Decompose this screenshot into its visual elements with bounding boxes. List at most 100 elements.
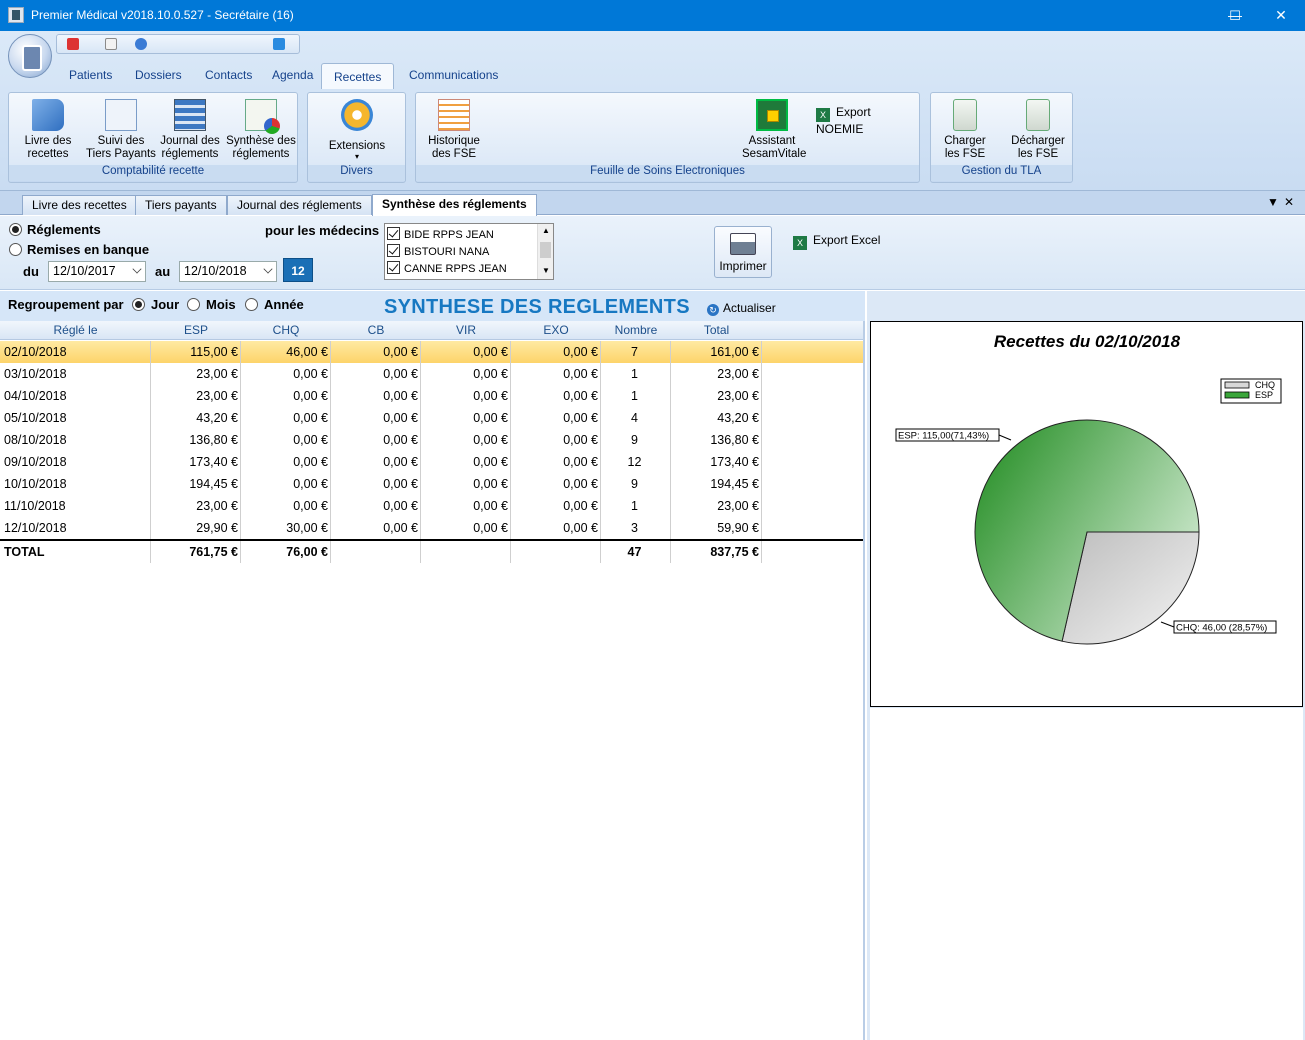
date-to-field[interactable]: 12/10/2018: [179, 261, 277, 282]
doctab-journal-reglements[interactable]: Journal des réglements: [227, 195, 372, 215]
globe-icon[interactable]: [135, 38, 147, 50]
assistant-sesamvitale-button[interactable]: Assistant SesamVitale: [734, 99, 810, 161]
journal-reglements-button[interactable]: Journal des réglements: [159, 99, 221, 161]
date-from-field[interactable]: 12/10/2017: [48, 261, 146, 282]
list-item[interactable]: CANNE RPPS JEAN: [387, 261, 507, 278]
table-row[interactable]: 09/10/2018 173,40 €0,00 €0,00 €0,00 €0,00…: [0, 451, 863, 473]
table-row[interactable]: 11/10/2018 23,00 €0,00 €0,00 €0,00 €0,00 …: [0, 495, 863, 517]
tab-contacts[interactable]: Contacts: [205, 68, 252, 88]
table-cell: 12/10/2018: [0, 517, 151, 539]
extensions-button[interactable]: Extensions ▾: [316, 99, 398, 161]
table-cell: TOTAL: [0, 541, 151, 563]
table-cell: 0,00 €: [421, 385, 511, 407]
chip-card-icon: [756, 99, 788, 131]
table-row[interactable]: 05/10/2018 43,20 €0,00 €0,00 €0,00 €0,00 …: [0, 407, 863, 429]
doctab-synthese-reglements[interactable]: Synthèse des réglements: [372, 194, 537, 216]
radio-remises[interactable]: [9, 243, 22, 256]
doctab-tiers-payants[interactable]: Tiers payants: [135, 195, 227, 215]
table-cell: 04/10/2018: [0, 385, 151, 407]
table-cell: 0,00 €: [241, 473, 331, 495]
checkbox-icon[interactable]: [387, 244, 400, 257]
table-row[interactable]: 04/10/2018 23,00 €0,00 €0,00 €0,00 €0,00 …: [0, 385, 863, 407]
charger-fse-button[interactable]: Charger les FSE: [933, 99, 997, 161]
table-cell: 0,00 €: [331, 473, 421, 495]
column-header[interactable]: EXO: [511, 323, 601, 337]
table-cell: 0,00 €: [331, 517, 421, 539]
table-row[interactable]: 08/10/2018 136,80 €0,00 €0,00 €0,00 €0,00…: [0, 429, 863, 451]
column-header[interactable]: VIR: [421, 323, 511, 337]
table-cell: 0,00 €: [331, 451, 421, 473]
medecins-list[interactable]: BIDE RPPS JEAN BISTOURI NANA CANNE RPPS …: [384, 223, 554, 280]
document-icon: [105, 99, 137, 131]
table-cell: 0,00 €: [241, 407, 331, 429]
tab-dossiers[interactable]: Dossiers: [135, 68, 182, 88]
print-button[interactable]: Imprimer: [714, 226, 772, 278]
export-noemie-button[interactable]: X Export NOEMIE: [816, 105, 919, 136]
checkbox-icon[interactable]: [387, 261, 400, 274]
table-cell: 0,00 €: [331, 495, 421, 517]
table-cell: 115,00 €: [151, 341, 241, 363]
tab-recettes[interactable]: Recettes: [321, 63, 395, 89]
skype-icon[interactable]: [273, 38, 285, 50]
list-item[interactable]: BISTOURI NANA: [387, 244, 489, 261]
calendar-icon[interactable]: 12: [283, 258, 313, 282]
table-row[interactable]: 03/10/2018 23,00 €0,00 €0,00 €0,00 €0,00 …: [0, 363, 863, 385]
table-cell: 9: [601, 473, 671, 495]
doctab-livre-recettes[interactable]: Livre des recettes: [22, 195, 137, 215]
device-download-icon: [1026, 99, 1050, 131]
pie-chart: Recettes du 02/10/2018 ESP: 115,00(71,43%…: [870, 321, 1303, 707]
table-cell: 0,00 €: [511, 517, 601, 539]
tab-patients[interactable]: Patients: [69, 68, 112, 88]
document-tabs: Livre des recettes Tiers payants Journal…: [0, 191, 1305, 216]
livre-recettes-button[interactable]: Livre des recettes: [13, 99, 83, 161]
scroll-up-icon[interactable]: ▲: [542, 226, 550, 235]
column-header[interactable]: Réglé le: [0, 323, 151, 337]
pdf-icon[interactable]: [67, 38, 79, 50]
table-row[interactable]: 02/10/2018 115,00 €46,00 €0,00 €0,00 €0,0…: [0, 341, 863, 363]
radio-mois[interactable]: [187, 298, 200, 311]
application-orb-icon[interactable]: [8, 34, 52, 78]
table-cell: 43,20 €: [671, 407, 762, 429]
table-cell: 11/10/2018: [0, 495, 151, 517]
refresh-button[interactable]: ↻ Actualiser: [707, 301, 776, 316]
synthese-reglements-button[interactable]: Synthèse des réglements: [225, 99, 297, 161]
column-header[interactable]: Nombre: [601, 323, 671, 337]
list-scrollbar[interactable]: ▲ ▼: [537, 224, 553, 279]
gears-icon: [341, 99, 373, 131]
scroll-thumb[interactable]: [540, 242, 551, 258]
radio-jour[interactable]: [132, 298, 145, 311]
close-button[interactable]: ✕: [1258, 0, 1304, 31]
group-comptabilite: Livre des recettes Suivi des Tiers Payan…: [8, 92, 298, 183]
close-tab-icon[interactable]: ✕: [1284, 195, 1294, 209]
mail-icon[interactable]: [105, 38, 117, 50]
column-header[interactable]: Total: [671, 323, 762, 337]
table-cell: 76,00 €: [241, 541, 331, 563]
table-cell: 1: [601, 363, 671, 385]
scroll-down-icon[interactable]: ▼: [542, 266, 550, 275]
tab-list-dropdown-icon[interactable]: ▼: [1267, 195, 1279, 209]
tab-agenda[interactable]: Agenda: [272, 68, 313, 88]
column-header[interactable]: CHQ: [241, 323, 331, 337]
slice-label: CHQ: 46,00 (28,57%): [1176, 623, 1267, 634]
radio-reglements[interactable]: [9, 223, 22, 236]
table-row[interactable]: 12/10/2018 29,90 €30,00 €0,00 €0,00 €0,00…: [0, 517, 863, 539]
decharger-fse-button[interactable]: Décharger les FSE: [1003, 99, 1073, 161]
maximize-button[interactable]: ☐: [1212, 0, 1258, 31]
suivi-tiers-payants-button[interactable]: Suivi des Tiers Payants: [85, 99, 157, 161]
table-row[interactable]: 10/10/2018 194,45 €0,00 €0,00 €0,00 €0,00…: [0, 473, 863, 495]
list-item[interactable]: BIDE RPPS JEAN: [387, 227, 494, 244]
refresh-icon: ↻: [707, 304, 719, 316]
table-cell: 761,75 €: [151, 541, 241, 563]
radio-annee[interactable]: [245, 298, 258, 311]
column-header[interactable]: CB: [331, 323, 421, 337]
checkbox-icon[interactable]: [387, 227, 400, 240]
column-header[interactable]: ESP: [151, 323, 241, 337]
table-cell: 136,80 €: [671, 429, 762, 451]
reglements-table: Réglé le ESP CHQ CB VIR EXO Nombre Total 02/10/…: [0, 321, 865, 1040]
table-cell: 3: [601, 517, 671, 539]
table-cell: 194,45 €: [671, 473, 762, 495]
tab-communications[interactable]: Communications: [409, 68, 498, 88]
export-excel-button[interactable]: X Export Excel: [793, 233, 880, 250]
journal-icon: [174, 99, 206, 131]
historique-fse-button[interactable]: Historique des FSE: [420, 99, 488, 161]
